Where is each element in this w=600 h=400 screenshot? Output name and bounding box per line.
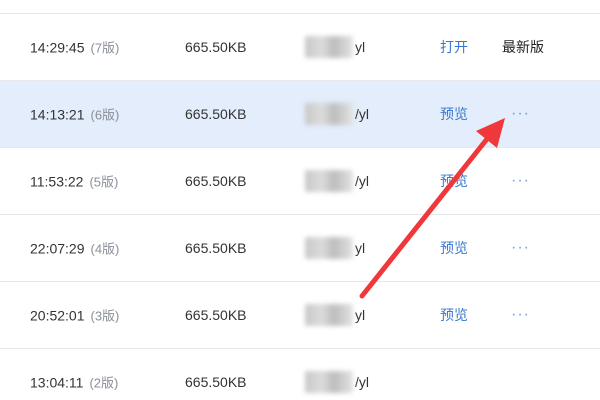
- version-number: (3版): [90, 308, 120, 324]
- modifier-suffix: yl: [355, 307, 366, 323]
- version-time: 14:29:45: [30, 39, 85, 56]
- version-time: 14:13:21: [30, 106, 85, 123]
- blurred-username: [305, 304, 353, 326]
- latest-version-label: 最新版: [502, 39, 544, 55]
- version-row-6[interactable]: 14:13:21 (6版) 665.50KB /yl 预览 ···: [0, 81, 600, 148]
- version-time-cell: 11:53:22 (5版): [30, 172, 118, 191]
- modifier-suffix: yl: [355, 39, 366, 55]
- modifier-cell: /yl: [305, 103, 369, 125]
- version-time-cell: 22:07:29 (4版): [30, 239, 119, 258]
- modifier-suffix: yl: [355, 240, 366, 256]
- modifier-cell: /yl: [305, 371, 369, 393]
- modifier-cell: yl: [305, 237, 365, 259]
- more-button[interactable]: ···: [511, 306, 530, 324]
- file-size: 665.50KB: [185, 39, 247, 55]
- file-size: 665.50KB: [185, 173, 247, 189]
- version-time-cell: 13:04:11 (2版): [30, 373, 118, 392]
- blurred-username: [305, 371, 353, 393]
- preview-link[interactable]: 预览: [440, 238, 468, 258]
- version-number: (7版): [90, 40, 120, 56]
- blurred-username: [305, 170, 353, 192]
- version-number: (4版): [90, 241, 120, 257]
- file-size: 665.50KB: [185, 106, 247, 122]
- file-size: 665.50KB: [185, 374, 247, 390]
- version-number: (5版): [89, 174, 119, 190]
- preview-link[interactable]: 预览: [440, 104, 468, 124]
- file-size: 665.50KB: [185, 307, 247, 323]
- preview-link[interactable]: 预览: [440, 305, 468, 325]
- version-number: (2版): [89, 375, 119, 391]
- blurred-username: [305, 103, 353, 125]
- modifier-suffix: /yl: [355, 106, 369, 122]
- version-time: 11:53:22: [30, 173, 84, 190]
- version-row-3[interactable]: 20:52:01 (3版) 665.50KB yl 预览 ···: [0, 282, 600, 349]
- blurred-username: [305, 36, 353, 58]
- version-time-cell: 14:13:21 (6版): [30, 105, 119, 124]
- open-link[interactable]: 打开: [440, 37, 468, 57]
- preview-link[interactable]: 预览: [440, 171, 468, 191]
- modifier-cell: /yl: [305, 170, 369, 192]
- version-row-7[interactable]: 14:29:45 (7版) 665.50KB yl 打开 最新版: [0, 14, 600, 81]
- modifier-suffix: /yl: [355, 173, 369, 189]
- modifier-cell: yl: [305, 304, 365, 326]
- version-row-5[interactable]: 11:53:22 (5版) 665.50KB /yl 预览 ···: [0, 148, 600, 215]
- blurred-username: [305, 237, 353, 259]
- version-time-cell: 20:52:01 (3版): [30, 306, 119, 325]
- version-time-cell: 14:29:45 (7版): [30, 38, 119, 57]
- version-number: (6版): [90, 107, 120, 123]
- file-size: 665.50KB: [185, 240, 247, 256]
- more-button[interactable]: ···: [511, 105, 530, 123]
- version-time: 22:07:29: [30, 240, 85, 257]
- version-history-panel: 14:29:45 (7版) 665.50KB yl 打开 最新版 14:13:21…: [0, 0, 600, 400]
- more-button[interactable]: ···: [511, 239, 530, 257]
- version-row-2[interactable]: 13:04:11 (2版) 665.50KB /yl: [0, 349, 600, 400]
- version-time: 20:52:01: [30, 307, 85, 324]
- modifier-cell: yl: [305, 36, 365, 58]
- modifier-suffix: /yl: [355, 374, 369, 390]
- version-row-4[interactable]: 22:07:29 (4版) 665.50KB yl 预览 ···: [0, 215, 600, 282]
- version-time: 13:04:11: [30, 374, 84, 391]
- more-button[interactable]: ···: [511, 172, 530, 190]
